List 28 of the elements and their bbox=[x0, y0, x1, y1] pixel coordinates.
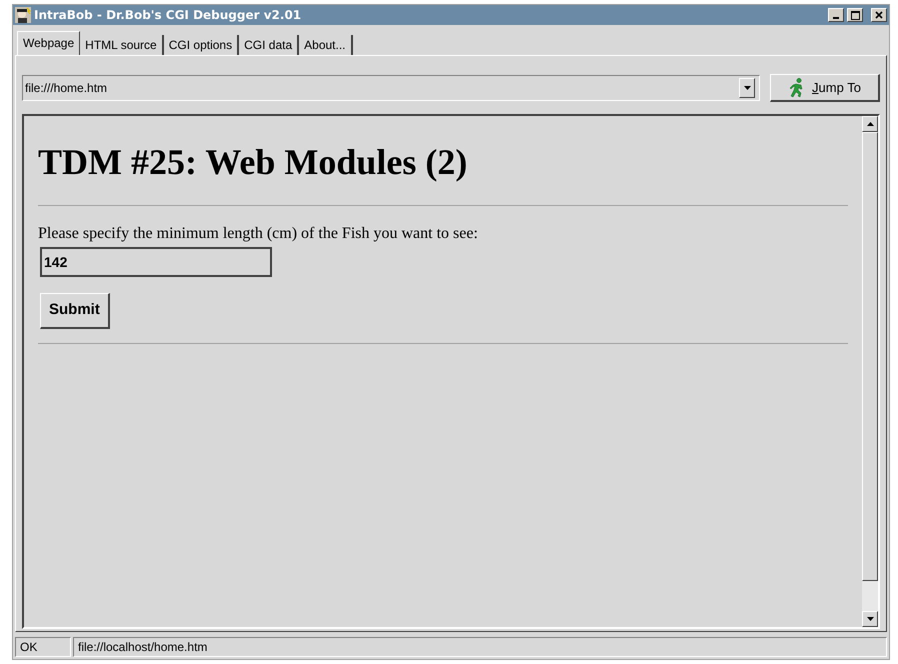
window-title: IntraBob - Dr.Bob's CGI Debugger v2.01 bbox=[34, 7, 302, 24]
address-value: file:///home.htm bbox=[24, 80, 108, 97]
length-input[interactable]: 142 bbox=[40, 247, 272, 277]
status-state: OK bbox=[15, 637, 71, 657]
caret-icon bbox=[744, 86, 750, 90]
address-combobox[interactable]: file:///home.htm bbox=[22, 75, 760, 101]
status-url: file://localhost/home.htm bbox=[73, 637, 887, 657]
jump-button[interactable]: Jump To bbox=[770, 74, 880, 102]
page-heading: TDM #25: Web Modules (2) bbox=[38, 141, 468, 184]
maximize-icon bbox=[850, 10, 860, 20]
tab[interactable]: Webpage bbox=[17, 31, 80, 55]
up-arrow-icon bbox=[866, 122, 874, 126]
app-icon bbox=[15, 7, 31, 23]
minimize-button[interactable] bbox=[828, 8, 844, 22]
maximize-button[interactable] bbox=[847, 8, 863, 22]
close-button[interactable] bbox=[871, 8, 887, 22]
down-arrow-icon bbox=[866, 617, 874, 621]
close-icon bbox=[875, 11, 883, 19]
tab[interactable]: CGI data bbox=[239, 35, 300, 55]
tab[interactable]: CGI options bbox=[164, 35, 240, 55]
jump-label: Jump To bbox=[812, 78, 861, 97]
prompt-text: Please specify the minimum length (cm) of the Fish you want to see: bbox=[38, 224, 479, 244]
tab[interactable]: About... bbox=[299, 35, 353, 55]
dropdown-button[interactable] bbox=[739, 78, 755, 98]
tab[interactable]: HTML source bbox=[80, 35, 164, 55]
scroll-down-button[interactable] bbox=[862, 611, 878, 627]
submit-button[interactable]: Submit bbox=[40, 293, 110, 329]
scroll-up-button[interactable] bbox=[862, 116, 878, 132]
